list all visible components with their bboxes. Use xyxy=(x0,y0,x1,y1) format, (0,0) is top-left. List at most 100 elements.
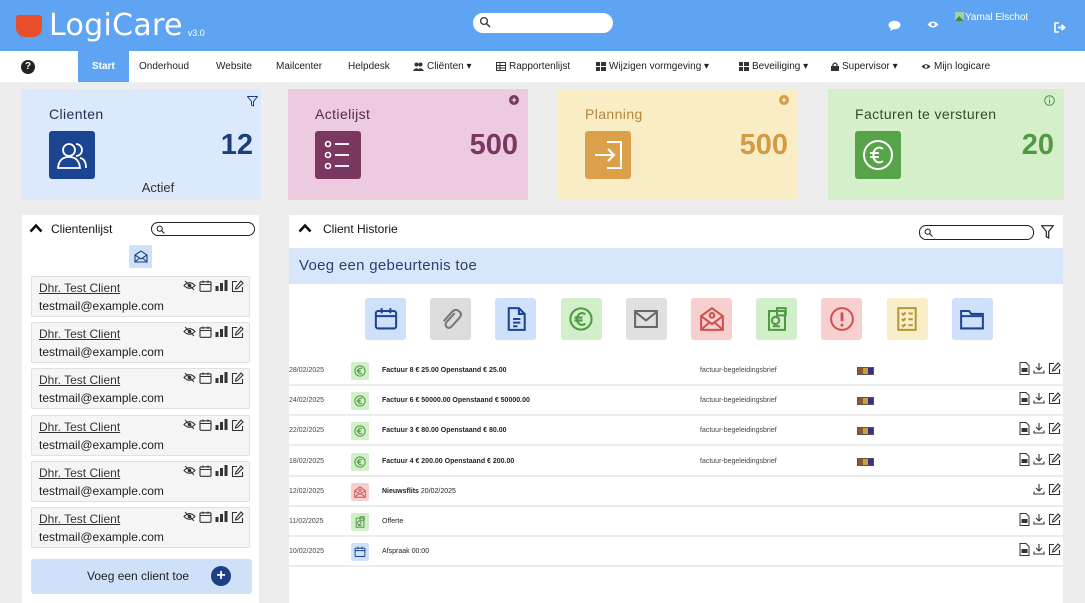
edit-icon[interactable] xyxy=(231,326,244,339)
bar-chart-icon[interactable] xyxy=(215,418,228,430)
user-name[interactable]: Yamal Elschot xyxy=(965,12,1028,23)
client-card[interactable]: Dhr. Test Client testmail@example.com xyxy=(31,276,250,317)
client-name[interactable]: Dhr. Test Client xyxy=(39,373,120,387)
download-icon[interactable] xyxy=(1033,483,1045,495)
download-icon[interactable] xyxy=(1033,453,1045,465)
add-event-euro-button[interactable] xyxy=(560,298,602,340)
client-name[interactable]: Dhr. Test Client xyxy=(39,327,120,341)
stat-card-planning[interactable]: Planning + 500 xyxy=(558,89,798,200)
edit-icon[interactable] xyxy=(1048,513,1061,526)
client-name[interactable]: Dhr. Test Client xyxy=(39,281,120,295)
global-search-input[interactable] xyxy=(473,13,613,33)
chevron-up-icon[interactable] xyxy=(298,223,312,233)
calendar-icon[interactable] xyxy=(199,372,212,385)
add-event-newsletter-button[interactable] xyxy=(691,298,732,340)
edit-icon[interactable] xyxy=(1048,362,1061,375)
stat-card-actielijst[interactable]: Actielijst + 500 xyxy=(288,89,528,200)
edit-icon[interactable] xyxy=(1048,392,1061,405)
plus-circle-icon[interactable]: + xyxy=(509,95,519,105)
add-event-paperclip-button[interactable] xyxy=(430,298,472,340)
filter-icon[interactable] xyxy=(1041,225,1054,239)
help-icon[interactable]: ? xyxy=(21,60,35,74)
nav-supervisor[interactable]: Supervisor ▾ xyxy=(831,51,898,82)
history-document[interactable]: factuur-begeleidingsbrief xyxy=(700,367,777,374)
calendar-icon[interactable] xyxy=(199,511,212,523)
mail-all-clients-button[interactable] xyxy=(129,245,152,268)
history-row[interactable]: 22/02/2025 Factuur 3 € 80.00 Openstaand €… xyxy=(289,417,1063,447)
history-row[interactable]: 11/02/2025 Offerte xyxy=(289,508,1063,537)
edit-icon[interactable] xyxy=(231,372,244,385)
history-search-input[interactable] xyxy=(919,225,1034,240)
history-document[interactable]: factuur-begeleidingsbrief xyxy=(700,427,777,434)
pdf-icon[interactable] xyxy=(1018,362,1030,375)
add-event-folder-button[interactable] xyxy=(951,298,993,340)
nav-onderhoud[interactable]: Onderhoud xyxy=(139,51,189,82)
pdf-icon[interactable] xyxy=(1018,452,1030,466)
plus-circle-icon[interactable]: + xyxy=(779,95,789,105)
edit-icon[interactable] xyxy=(1048,482,1061,496)
calendar-icon[interactable] xyxy=(199,419,212,431)
nav-helpdesk[interactable]: Helpdesk xyxy=(348,51,390,82)
add-event-checklist-button[interactable] xyxy=(886,298,928,340)
client-name[interactable]: Dhr. Test Client xyxy=(39,512,120,526)
edit-icon[interactable] xyxy=(1048,452,1061,466)
client-card[interactable]: Dhr. Test Client testmail@example.com xyxy=(31,414,250,456)
client-name[interactable]: Dhr. Test Client xyxy=(39,466,120,480)
pdf-icon[interactable] xyxy=(1018,513,1030,526)
nav-wijzigen-vormgeving[interactable]: Wijzigen vormgeving ▾ xyxy=(596,51,709,82)
download-icon[interactable] xyxy=(1033,422,1045,434)
nav-start[interactable]: Start xyxy=(78,51,129,82)
edit-icon[interactable] xyxy=(231,280,244,293)
history-row[interactable]: 10/02/2025 Afspraak 00:00 xyxy=(289,538,1063,568)
client-card[interactable]: Dhr. Test Client testmail@example.com xyxy=(31,460,250,502)
stat-card-clienten[interactable]: Clienten 12 Actief xyxy=(22,89,261,200)
app-logo[interactable]: LogiCare v3.0 xyxy=(16,10,205,42)
calendar-icon[interactable] xyxy=(199,326,212,339)
calendar-icon[interactable] xyxy=(199,465,212,477)
add-event-quote-button[interactable] xyxy=(756,298,798,340)
edit-icon[interactable] xyxy=(1048,422,1061,435)
add-event-calendar-button[interactable] xyxy=(365,298,406,340)
client-card[interactable]: Dhr. Test Client testmail@example.com xyxy=(31,368,250,410)
bar-chart-icon[interactable] xyxy=(215,280,228,291)
nav-beveiliging[interactable]: Beveiliging ▾ xyxy=(739,51,808,82)
eye-slash-icon[interactable] xyxy=(183,511,196,522)
stat-card-facturen[interactable]: Facturen te versturen 20 xyxy=(828,89,1064,200)
bar-chart-icon[interactable] xyxy=(215,464,228,476)
history-row[interactable]: 18/02/2025 Factuur 4 € 200.00 Openstaand … xyxy=(289,448,1063,477)
download-icon[interactable] xyxy=(1033,362,1045,374)
client-name[interactable]: Dhr. Test Client xyxy=(39,420,120,434)
download-icon[interactable] xyxy=(1033,543,1045,555)
nav-rapportenlijst[interactable]: Rapportenlijst xyxy=(496,51,570,82)
history-document[interactable]: factuur-begeleidingsbrief xyxy=(700,458,777,465)
pdf-icon[interactable] xyxy=(1018,422,1030,436)
eye-slash-icon[interactable] xyxy=(183,326,196,337)
edit-icon[interactable] xyxy=(231,464,244,478)
eye-slash-icon[interactable] xyxy=(183,280,196,291)
history-row[interactable]: 24/02/2025 Factuur 6 € 50000.00 Openstaan… xyxy=(289,387,1063,417)
nav-website[interactable]: Website xyxy=(216,51,252,82)
nav-mijn-logicare[interactable]: Mijn logicare xyxy=(921,51,990,82)
pdf-icon[interactable] xyxy=(1018,392,1030,406)
history-document[interactable]: factuur-begeleidingsbrief xyxy=(700,397,777,404)
edit-icon[interactable] xyxy=(231,511,244,524)
eye-slash-icon[interactable] xyxy=(183,465,196,476)
download-icon[interactable] xyxy=(1033,513,1045,525)
history-row[interactable]: 12/02/2025 Nieuwsflits 20/02/2025 xyxy=(289,478,1063,507)
eye-slash-icon[interactable] xyxy=(183,419,196,430)
bar-chart-icon[interactable] xyxy=(215,511,228,522)
add-event-alert-button[interactable] xyxy=(821,298,863,340)
client-card[interactable]: Dhr. Test Client testmail@example.com xyxy=(31,507,250,548)
logout-icon[interactable] xyxy=(1054,22,1066,33)
eye-slash-icon[interactable] xyxy=(183,372,196,383)
clientlist-search-input[interactable] xyxy=(151,222,255,236)
bar-chart-icon[interactable] xyxy=(215,372,228,384)
nav-clienten[interactable]: Cliënten ▾ xyxy=(413,51,472,82)
nav-mailcenter[interactable]: Mailcenter xyxy=(276,51,322,82)
avatar[interactable] xyxy=(955,12,964,21)
filter-icon[interactable] xyxy=(247,96,258,107)
bar-chart-icon[interactable] xyxy=(215,326,228,338)
info-icon[interactable] xyxy=(1044,95,1055,106)
calendar-icon[interactable] xyxy=(199,280,212,292)
edit-icon[interactable] xyxy=(231,418,244,432)
